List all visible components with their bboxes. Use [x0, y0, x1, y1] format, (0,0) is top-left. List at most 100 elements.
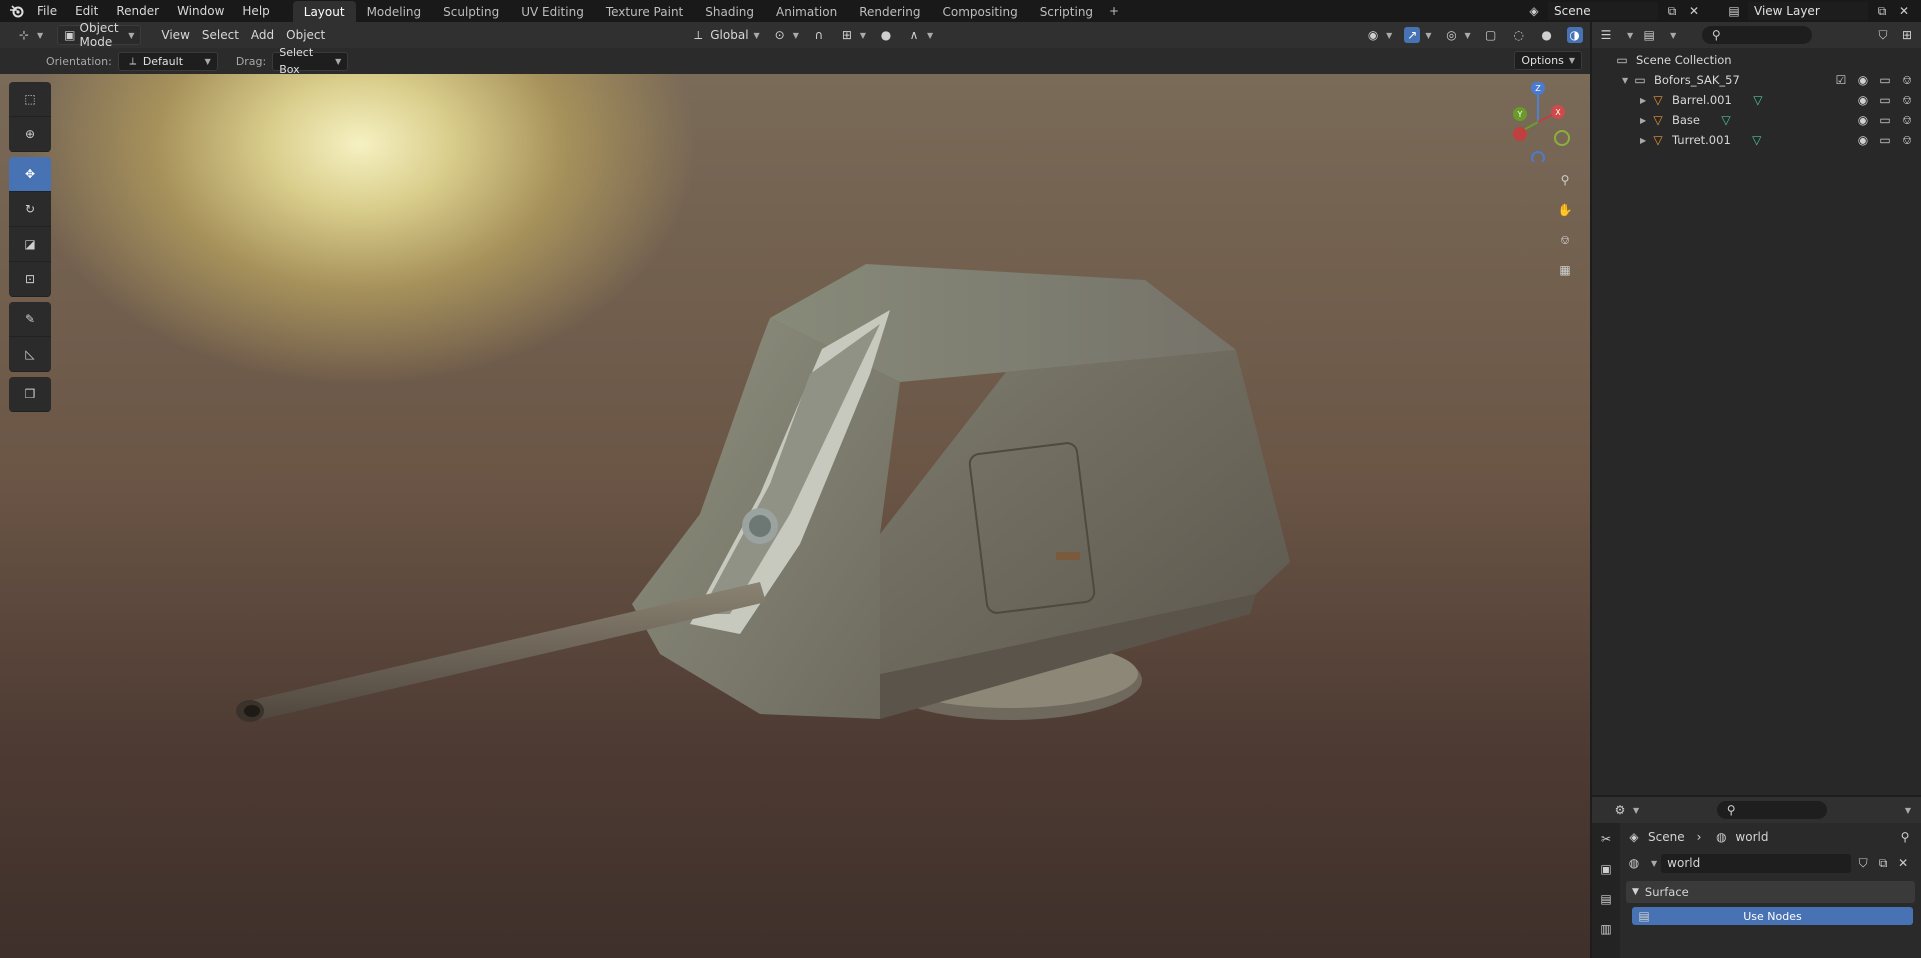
rotate-tool[interactable]: ↻: [9, 192, 51, 227]
menu-help[interactable]: Help: [233, 0, 278, 22]
perspective-toggle-button[interactable]: ▦: [1553, 258, 1577, 282]
turret-model[interactable]: [0, 74, 1590, 958]
expand-arrow-icon[interactable]: ▼: [1622, 76, 1632, 85]
surface-panel-header[interactable]: ▼ Surface: [1626, 881, 1915, 903]
outliner-row-object[interactable]: ▶ ▽ Turret.001 ▽ ◉ ▭ ⎊: [1592, 130, 1921, 150]
tab-sculpting[interactable]: Sculpting: [432, 1, 510, 22]
visibility-dropdown[interactable]: ◉ ▼: [1359, 25, 1398, 45]
monitor-icon[interactable]: ▭: [1877, 72, 1893, 88]
overlays-toggle[interactable]: ◎ ▼: [1437, 25, 1476, 45]
menu-render[interactable]: Render: [107, 0, 168, 22]
view-layer-name-field[interactable]: View Layer: [1748, 2, 1868, 20]
outliner-row-object[interactable]: ▶ ▽ Base ▽ ◉ ▭ ⎊: [1592, 110, 1921, 130]
scene-name-field[interactable]: Scene: [1548, 2, 1658, 20]
navigation-gizmo[interactable]: Z Y X: [1500, 82, 1570, 162]
pan-button[interactable]: ✋: [1553, 198, 1577, 222]
gizmo-toggle[interactable]: ↗ ▼: [1398, 25, 1437, 45]
view-layer-selector[interactable]: ▤ View Layer ⧉ ✕: [1726, 0, 1912, 22]
expand-arrow-icon[interactable]: ▶: [1640, 136, 1650, 145]
menu-add[interactable]: Add: [245, 25, 280, 45]
proportional-falloff-dropdown[interactable]: ∧ ▼: [900, 25, 939, 45]
new-collection-icon[interactable]: ⊞: [1899, 27, 1915, 43]
pin-icon[interactable]: ⚲: [1897, 829, 1913, 845]
editor-type-icon[interactable]: ☰: [1598, 27, 1614, 43]
monitor-icon[interactable]: ▭: [1877, 132, 1893, 148]
blender-logo-icon[interactable]: [6, 0, 28, 22]
scene-selector[interactable]: ◈ Scene ⧉ ✕: [1526, 0, 1702, 22]
snap-target-dropdown[interactable]: ⊞ ▼: [833, 25, 872, 45]
tab-scripting[interactable]: Scripting: [1029, 1, 1104, 22]
outliner-row-collection[interactable]: ▼ ▭ Bofors_SAK_57 ☑ ◉ ▭ ⎊: [1592, 70, 1921, 90]
tab-rendering[interactable]: Rendering: [848, 1, 931, 22]
menu-view[interactable]: View: [155, 25, 195, 45]
add-workspace-button[interactable]: +: [1104, 0, 1124, 22]
tab-modeling[interactable]: Modeling: [356, 1, 433, 22]
menu-window[interactable]: Window: [168, 0, 233, 22]
checkbox-icon[interactable]: ☑: [1833, 72, 1849, 88]
world-browse-icon[interactable]: ◍: [1626, 855, 1642, 871]
fake-user-icon[interactable]: ⛉: [1855, 855, 1871, 871]
snap-toggle[interactable]: ∩: [805, 25, 833, 45]
new-view-layer-icon[interactable]: ⧉: [1874, 3, 1890, 19]
camera-icon[interactable]: ⎊: [1899, 72, 1915, 88]
menu-object[interactable]: Object: [280, 25, 331, 45]
proportional-edit-toggle[interactable]: ●: [872, 25, 900, 45]
monitor-icon[interactable]: ▭: [1877, 112, 1893, 128]
shading-wireframe[interactable]: ◌: [1505, 25, 1533, 45]
monitor-icon[interactable]: ▭: [1877, 92, 1893, 108]
shading-solid[interactable]: ●: [1533, 25, 1561, 45]
xray-toggle[interactable]: ▢: [1477, 25, 1505, 45]
delete-view-layer-icon[interactable]: ✕: [1896, 3, 1912, 19]
annotate-tool[interactable]: ✎: [9, 302, 51, 337]
view-layer-tab[interactable]: ▥: [1596, 919, 1616, 939]
tab-animation[interactable]: Animation: [765, 1, 848, 22]
editor-type-icon[interactable]: ⚙: [1612, 802, 1628, 818]
editor-type-button[interactable]: ⊹ ▼: [10, 25, 49, 45]
camera-icon[interactable]: ⎊: [1899, 132, 1915, 148]
mesh-data-icon[interactable]: ▽: [1750, 92, 1766, 108]
expand-arrow-icon[interactable]: ▶: [1640, 96, 1650, 105]
mesh-data-icon[interactable]: ▽: [1718, 112, 1734, 128]
camera-view-button[interactable]: ⎊: [1553, 228, 1577, 252]
tab-layout[interactable]: Layout: [292, 1, 356, 22]
duplicate-icon[interactable]: ⧉: [1875, 855, 1891, 871]
camera-icon[interactable]: ⎊: [1899, 92, 1915, 108]
mesh-data-icon[interactable]: ▽: [1749, 132, 1765, 148]
new-scene-icon[interactable]: ⧉: [1664, 3, 1680, 19]
world-name-field[interactable]: world: [1661, 853, 1852, 873]
display-mode-icon[interactable]: ▤: [1641, 27, 1657, 43]
mode-dropdown[interactable]: ▣ Object Mode ▼: [57, 21, 142, 49]
zoom-button[interactable]: ⚲: [1553, 168, 1577, 192]
select-box-tool[interactable]: ⬚: [9, 82, 51, 117]
shading-material[interactable]: ◑: [1561, 25, 1589, 45]
options-dropdown[interactable]: Options ▼: [1514, 51, 1582, 70]
scale-tool[interactable]: ◪: [9, 227, 51, 262]
tab-uv-editing[interactable]: UV Editing: [510, 1, 595, 22]
tool-tab[interactable]: ✂: [1596, 829, 1616, 849]
outliner-row-scene-collection[interactable]: ▭ Scene Collection: [1592, 50, 1921, 70]
camera-icon[interactable]: ⎊: [1899, 112, 1915, 128]
eye-icon[interactable]: ◉: [1855, 112, 1871, 128]
outliner-row-object[interactable]: ▶ ▽ Barrel.001 ▽ ◉ ▭ ⎊: [1592, 90, 1921, 110]
menu-edit[interactable]: Edit: [66, 0, 107, 22]
menu-select[interactable]: Select: [196, 25, 245, 45]
unlink-icon[interactable]: ✕: [1895, 855, 1911, 871]
eye-icon[interactable]: ◉: [1855, 92, 1871, 108]
measure-tool[interactable]: ◺: [9, 337, 51, 372]
add-cube-tool[interactable]: ❒: [9, 377, 51, 412]
use-nodes-button[interactable]: ▤ Use Nodes: [1632, 907, 1913, 925]
render-tab[interactable]: ▣: [1596, 859, 1616, 879]
menu-file[interactable]: File: [28, 0, 66, 22]
eye-icon[interactable]: ◉: [1855, 132, 1871, 148]
transform-tool[interactable]: ⊡: [9, 262, 51, 297]
pivot-point-dropdown[interactable]: ⊙ ▼: [766, 25, 805, 45]
expand-arrow-icon[interactable]: ▶: [1640, 116, 1650, 125]
3d-viewport[interactable]: ⬚ ⊕ ✥ ↻ ◪ ⊡ ✎ ◺ ❒ Z Y X ⚲ ✋ ⎊ ▦: [0, 74, 1590, 958]
output-tab[interactable]: ▤: [1596, 889, 1616, 909]
options-chevron-icon[interactable]: ▼: [1905, 806, 1911, 815]
filter-icon[interactable]: ⛉: [1875, 27, 1891, 43]
tab-compositing[interactable]: Compositing: [931, 1, 1028, 22]
outliner-search-input[interactable]: ⚲: [1702, 26, 1813, 44]
orientation-dropdown[interactable]: ⟂ Default ▼: [117, 51, 218, 71]
cursor-tool[interactable]: ⊕: [9, 117, 51, 152]
